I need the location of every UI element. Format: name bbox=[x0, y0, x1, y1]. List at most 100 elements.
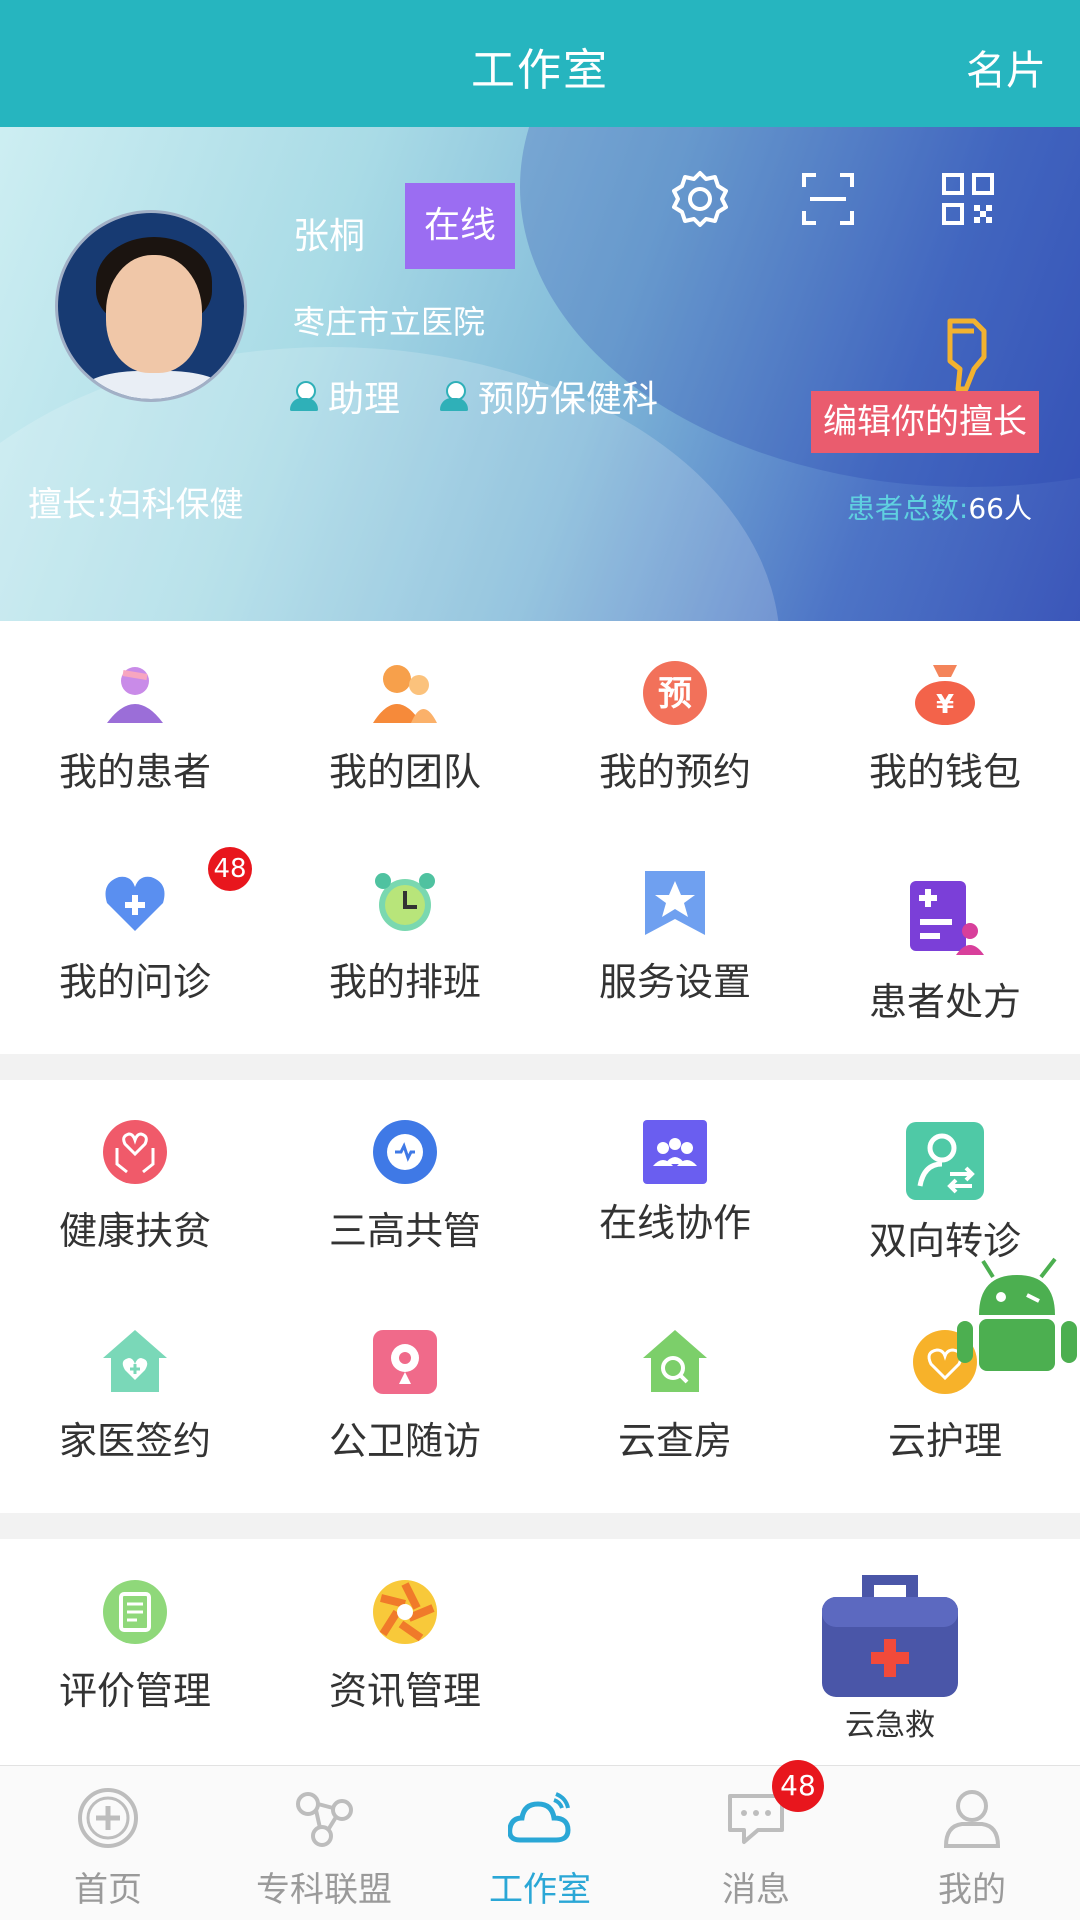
nav-label: 消息 bbox=[722, 1870, 790, 1910]
nav-label: 专科联盟 bbox=[256, 1870, 392, 1910]
person-icon bbox=[290, 381, 318, 411]
service-settings-icon bbox=[641, 869, 709, 937]
grid-item-online-collab[interactable]: 在线协作 bbox=[540, 1080, 810, 1280]
grid-item-my-consultations[interactable]: 我的问诊 48 bbox=[0, 831, 270, 1031]
grid-item-label: 在线协作 bbox=[598, 1201, 751, 1245]
nav-alliance[interactable]: 专科联盟 bbox=[216, 1766, 432, 1920]
grid-item-my-team[interactable]: 我的团队 bbox=[270, 621, 540, 821]
prescription-icon bbox=[906, 879, 984, 957]
settings-icon[interactable] bbox=[668, 167, 732, 231]
grid-item-label: 健康扶贫 bbox=[58, 1209, 211, 1253]
person-icon bbox=[440, 381, 468, 411]
consultation-badge: 48 bbox=[208, 847, 252, 891]
first-aid-kit-icon bbox=[822, 1575, 958, 1697]
cloud-emergency-button[interactable]: 云急救 bbox=[810, 1565, 970, 1755]
alarm-icon bbox=[371, 869, 439, 937]
nav-studio[interactable]: 工作室 bbox=[432, 1766, 648, 1920]
grid-item-service-settings[interactable]: 服务设置 bbox=[540, 831, 810, 1031]
qr-code-icon[interactable] bbox=[936, 167, 1000, 231]
family-doctor-icon bbox=[101, 1328, 169, 1396]
section-divider bbox=[0, 1513, 1080, 1539]
feature-grid-main: 我的患者 我的团队 预 我的预约 ¥ 我的钱包 我的问诊 48 我的排班 服务设… bbox=[0, 621, 1080, 1054]
grid-item-my-appointments[interactable]: 预 我的预约 bbox=[540, 621, 810, 821]
profile-banner: 张桐 在线 枣庄市立医院 助理 预防保健科 擅长:妇科保健 患者总数:66人 编… bbox=[0, 127, 1080, 621]
hospital-name: 枣庄市立医院 bbox=[293, 303, 486, 341]
grid-item-three-highs[interactable]: 三高共管 bbox=[270, 1080, 540, 1280]
patient-total-value: 66人 bbox=[968, 492, 1032, 525]
grid-item-label: 我的排班 bbox=[328, 960, 481, 1004]
patient-total: 患者总数:66人 bbox=[847, 487, 1032, 527]
card-button[interactable]: 名片 bbox=[966, 38, 1046, 96]
wallet-icon: ¥ bbox=[911, 659, 979, 727]
grid-item-label: 云查房 bbox=[617, 1419, 732, 1463]
followup-icon bbox=[371, 1328, 439, 1396]
grid-item-label: 资讯管理 bbox=[328, 1669, 481, 1713]
news-icon bbox=[371, 1578, 439, 1646]
grid-item-label: 三高共管 bbox=[328, 1209, 481, 1253]
home-icon bbox=[76, 1786, 140, 1850]
svg-text:¥: ¥ bbox=[936, 690, 954, 720]
nav-home[interactable]: 首页 bbox=[0, 1766, 216, 1920]
grid-item-my-patients[interactable]: 我的患者 bbox=[0, 621, 270, 821]
grid-item-label: 患者处方 bbox=[868, 980, 1021, 1024]
referral-icon bbox=[904, 1120, 986, 1202]
nav-label: 首页 bbox=[74, 1870, 142, 1910]
patient-icon bbox=[101, 659, 169, 727]
message-badge: 48 bbox=[772, 1760, 824, 1812]
department-tag: 预防保健科 bbox=[440, 370, 658, 422]
grid-item-cloud-rounds[interactable]: 云查房 bbox=[540, 1290, 810, 1490]
scan-icon[interactable] bbox=[796, 167, 860, 231]
grid-item-my-wallet[interactable]: ¥ 我的钱包 bbox=[810, 621, 1080, 821]
section-divider bbox=[0, 1054, 1080, 1080]
android-robot-icon[interactable] bbox=[955, 1255, 1080, 1385]
grid-item-public-health-followup[interactable]: 公卫随访 bbox=[270, 1290, 540, 1490]
page-title: 工作室 bbox=[471, 45, 609, 96]
studio-icon bbox=[507, 1786, 572, 1850]
team-icon bbox=[371, 659, 439, 727]
role-tag: 助理 bbox=[290, 370, 400, 422]
status-badge[interactable]: 在线 bbox=[405, 183, 515, 269]
cloud-rounds-icon bbox=[641, 1328, 709, 1396]
nav-messages[interactable]: 消息 48 bbox=[648, 1760, 864, 1920]
review-icon bbox=[101, 1578, 169, 1646]
grid-item-label: 云护理 bbox=[887, 1419, 1002, 1463]
health-poverty-icon bbox=[101, 1118, 169, 1186]
grid-item-label: 公卫随访 bbox=[328, 1419, 481, 1463]
feature-grid-services: 健康扶贫 三高共管 在线协作 双向转诊 家医签约 公卫随访 云查房 云护理 bbox=[0, 1080, 1080, 1513]
doctor-name: 张桐 bbox=[293, 216, 366, 257]
alliance-icon bbox=[292, 1786, 356, 1850]
nav-profile[interactable]: 我的 bbox=[864, 1766, 1080, 1920]
patient-total-label: 患者总数: bbox=[846, 492, 969, 525]
grid-item-my-schedule[interactable]: 我的排班 bbox=[270, 831, 540, 1031]
grid-item-label: 评价管理 bbox=[58, 1669, 211, 1713]
profile-icon bbox=[940, 1786, 1004, 1850]
grid-item-health-poverty[interactable]: 健康扶贫 bbox=[0, 1080, 270, 1280]
edit-specialty-button[interactable]: 编辑你的擅长 bbox=[811, 391, 1039, 453]
grid-item-label: 家医签约 bbox=[58, 1419, 211, 1463]
grid-item-label: 我的预约 bbox=[598, 750, 751, 794]
role-tag-label: 助理 bbox=[328, 379, 401, 420]
collaboration-icon bbox=[641, 1118, 709, 1186]
grid-item-label: 我的钱包 bbox=[868, 750, 1021, 794]
svg-text:预: 预 bbox=[658, 674, 692, 714]
consultation-icon bbox=[101, 869, 169, 937]
grid-item-label: 我的问诊 bbox=[58, 960, 211, 1004]
avatar[interactable] bbox=[55, 210, 247, 402]
emergency-label: 云急救 bbox=[845, 1708, 935, 1743]
specialty-text: 擅长:妇科保健 bbox=[28, 485, 244, 525]
department-tag-label: 预防保健科 bbox=[478, 379, 659, 420]
grid-item-review-management[interactable]: 评价管理 bbox=[0, 1540, 270, 1740]
grid-item-prescriptions[interactable]: 患者处方 bbox=[810, 831, 1080, 1031]
appointment-icon: 预 bbox=[641, 659, 709, 727]
heart-monitor-icon bbox=[371, 1118, 439, 1186]
grid-item-label: 我的患者 bbox=[58, 750, 211, 794]
grid-item-label: 我的团队 bbox=[328, 750, 481, 794]
grid-item-news-management[interactable]: 资讯管理 bbox=[270, 1540, 540, 1740]
top-bar: 工作室 名片 bbox=[0, 0, 1080, 127]
nav-label: 工作室 bbox=[489, 1870, 591, 1910]
grid-item-referral[interactable]: 双向转诊 bbox=[810, 1080, 1080, 1280]
bottom-nav: 首页 专科联盟 工作室 消息 48 我的 bbox=[0, 1760, 1080, 1920]
app-root: 工作室 名片 张桐 在线 枣庄市立医院 助理 预防保健科 擅长:妇科保健 患者总… bbox=[0, 0, 1080, 1920]
grid-item-family-doctor[interactable]: 家医签约 bbox=[0, 1290, 270, 1490]
nav-label: 我的 bbox=[938, 1870, 1006, 1910]
